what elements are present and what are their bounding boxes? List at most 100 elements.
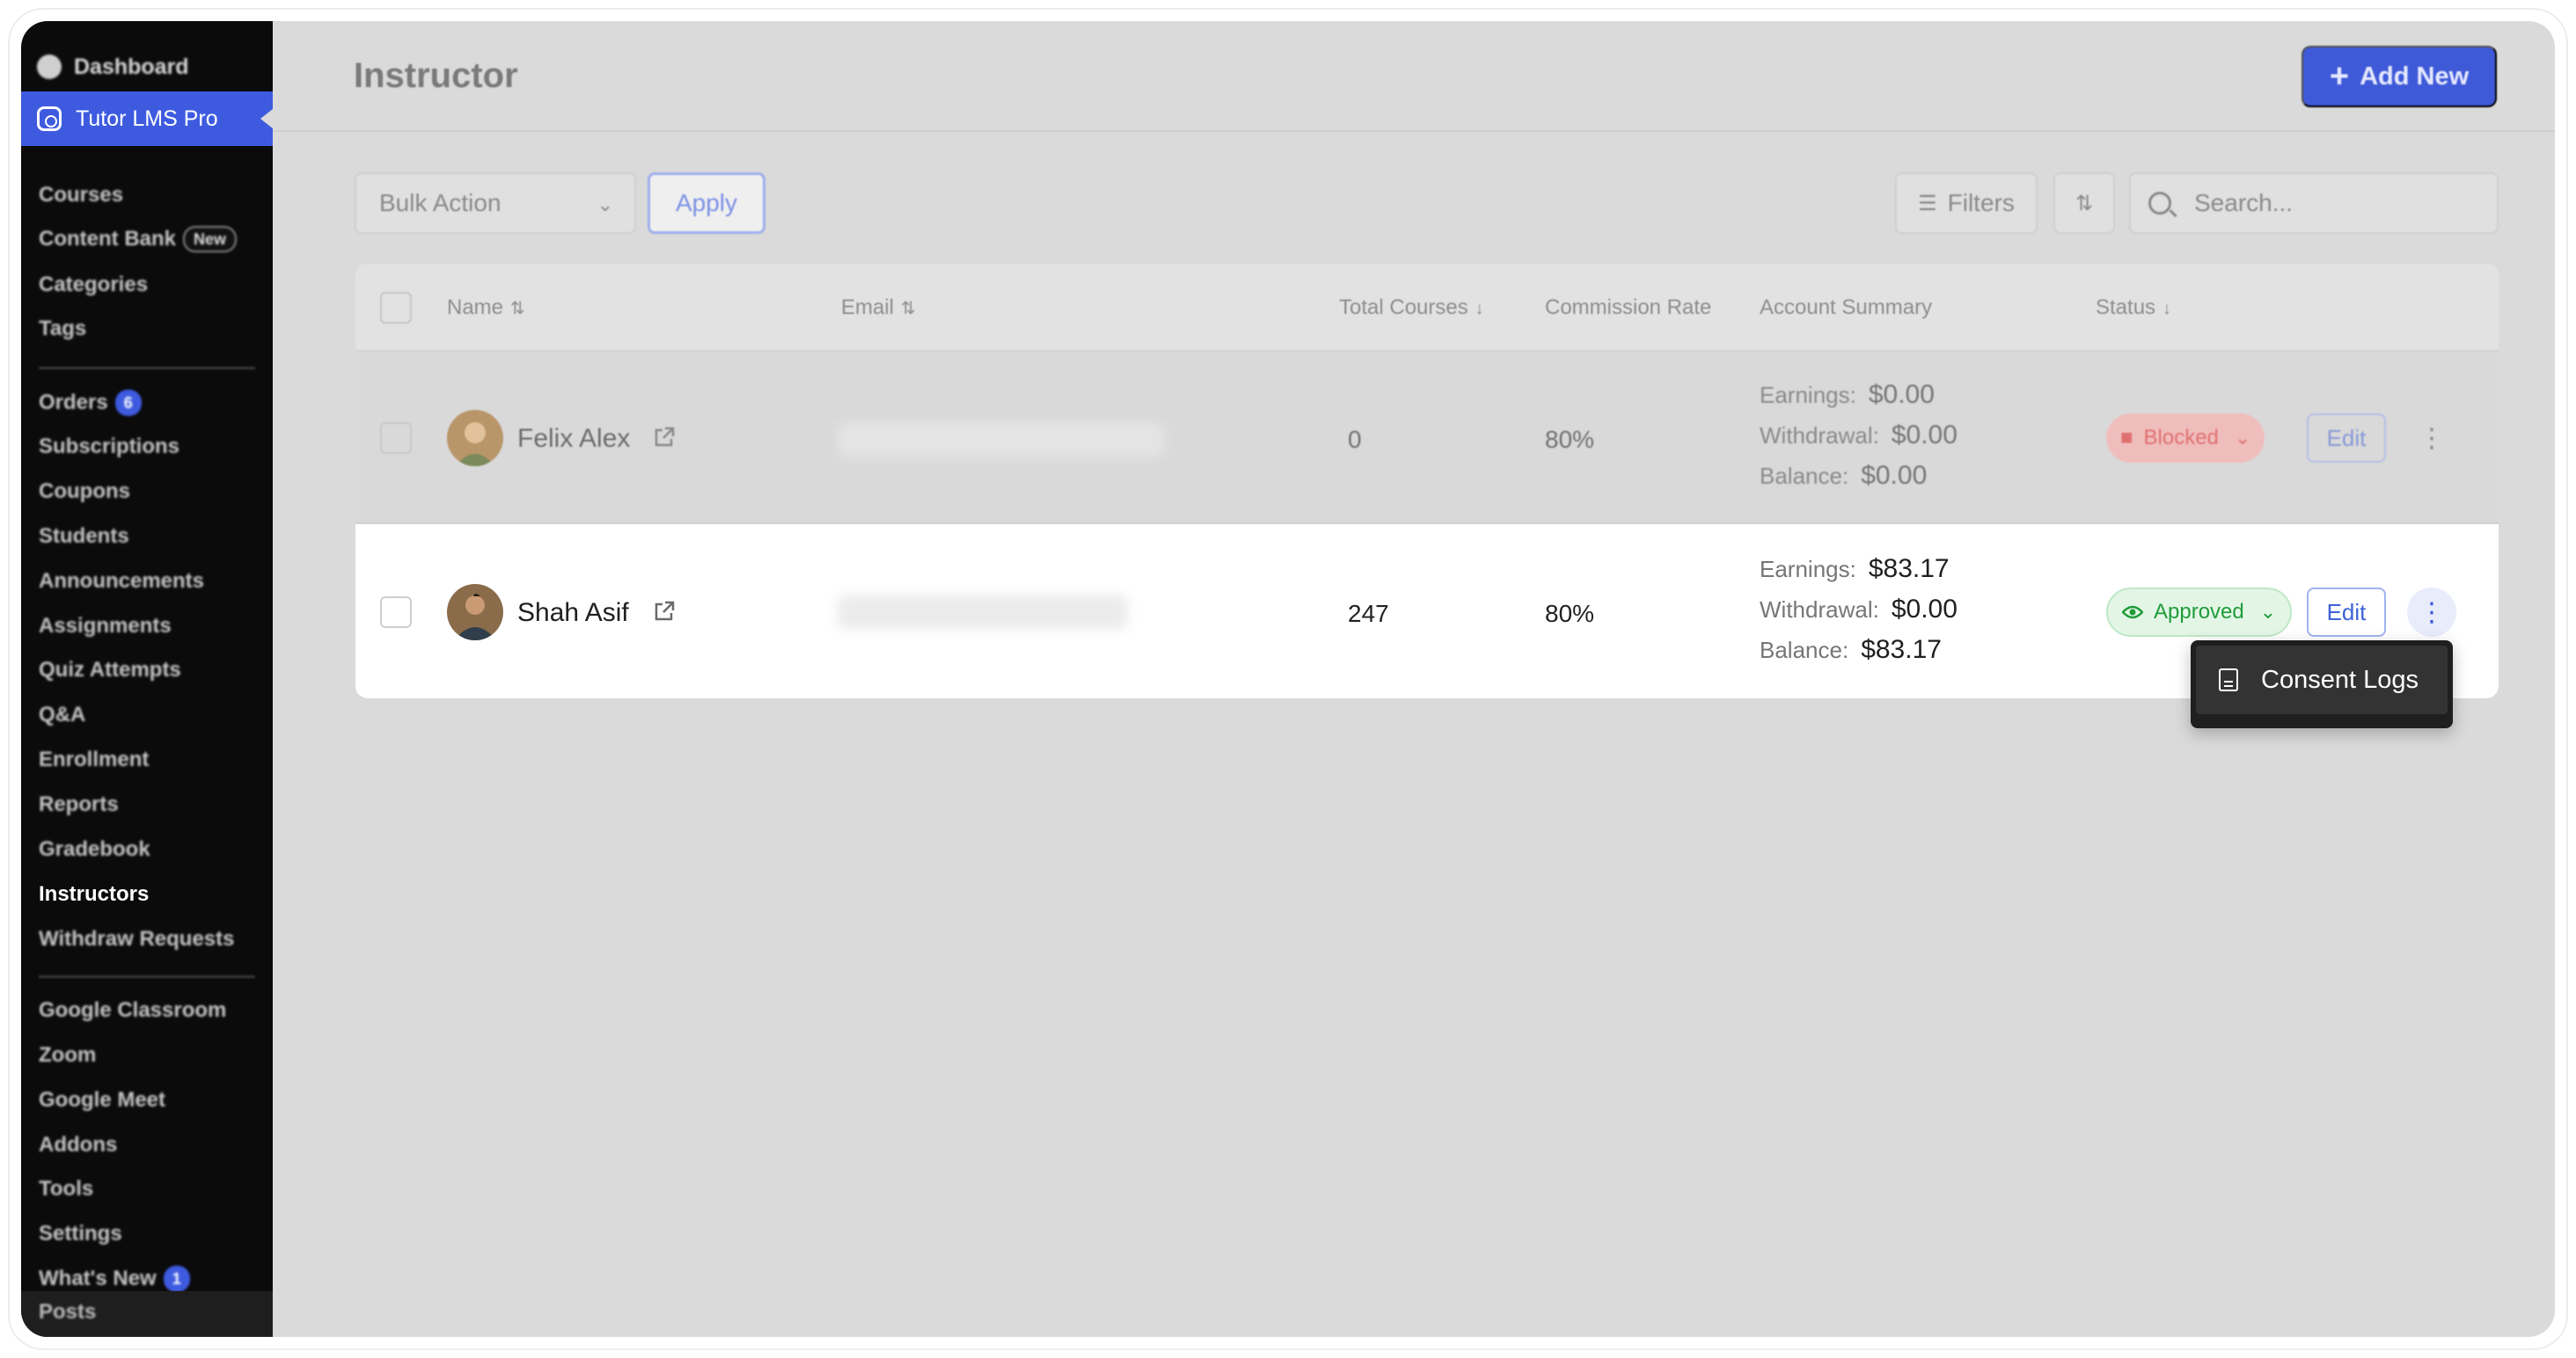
sort-icon: ⇅	[2075, 191, 2094, 215]
sidebar-item-students[interactable]: Students	[39, 519, 129, 554]
row-checkbox[interactable]	[380, 596, 412, 628]
instructor-name[interactable]: Shah Asif	[517, 598, 629, 628]
sidebar-item-assignments[interactable]: Assignments	[39, 609, 172, 644]
sidebar-divider	[39, 367, 255, 369]
sidebar-item-settings[interactable]: Settings	[39, 1216, 122, 1252]
sidebar-item-coupons[interactable]: Coupons	[39, 474, 130, 509]
sidebar-item-subscriptions[interactable]: Subscriptions	[39, 429, 179, 464]
earnings-line: Earnings: $0.00	[1760, 380, 1935, 410]
sidebar-item-zoom[interactable]: Zoom	[39, 1038, 96, 1073]
table-row: Felix Alex 0 80% Earnings: $0.00 Withdraw…	[355, 352, 2499, 524]
balance-value: $83.17	[1861, 635, 1942, 664]
sidebar-item-content-bank[interactable]: Content Bank New	[39, 222, 238, 257]
sidebar-item-tags[interactable]: Tags	[39, 311, 86, 347]
edit-button[interactable]: Edit	[2307, 413, 2386, 463]
plus-icon: +	[2329, 58, 2350, 95]
admin-sidebar: Dashboard Tutor LMS Pro Courses Content …	[21, 21, 273, 1337]
sidebar-item-label: Addons	[39, 1133, 118, 1157]
sort-button[interactable]: ⇅	[2053, 172, 2115, 234]
select-all-checkbox[interactable]	[380, 292, 412, 324]
row-checkbox[interactable]	[380, 422, 412, 454]
instructor-name[interactable]: Felix Alex	[517, 424, 630, 454]
sidebar-item-google-meet[interactable]: Google Meet	[39, 1083, 165, 1118]
tutor-logo-icon	[37, 106, 62, 131]
add-new-button[interactable]: + Add New	[2302, 46, 2497, 107]
withdrawal-line: Withdrawal: $0.00	[1760, 420, 1958, 450]
sidebar-item-label: Orders	[39, 391, 108, 414]
sidebar-item-label: Dashboard	[74, 54, 189, 79]
total-courses-value: 0	[1348, 426, 1362, 453]
menu-item-label: Consent Logs	[2261, 665, 2419, 694]
sidebar-item-label: Google Classroom	[39, 998, 227, 1022]
sidebar-item-dashboard[interactable]: Dashboard	[21, 47, 273, 86]
redacted-email	[838, 595, 1128, 630]
sidebar-item-label: Reports	[39, 792, 119, 816]
sidebar-item-courses[interactable]: Courses	[39, 178, 123, 213]
status-dropdown[interactable]: ■ Blocked ⌄	[2106, 413, 2265, 463]
sort-icon: ↓	[1475, 299, 1484, 318]
column-header-total-courses[interactable]: Total Courses ↓	[1339, 296, 1484, 320]
dashboard-icon	[37, 55, 62, 79]
sidebar-item-tools[interactable]: Tools	[39, 1172, 93, 1207]
sidebar-item-addons[interactable]: Addons	[39, 1128, 117, 1163]
filters-label: Filters	[1947, 189, 2015, 216]
summary-label: Balance:	[1760, 637, 1849, 663]
app-window: Dashboard Tutor LMS Pro Courses Content …	[21, 21, 2555, 1337]
more-options-icon[interactable]: ⋮	[2407, 588, 2456, 637]
sidebar-item-gradebook[interactable]: Gradebook	[39, 832, 150, 867]
status-dropdown[interactable]: Approved ⌄	[2106, 588, 2293, 637]
sidebar-item-label: Gradebook	[39, 837, 150, 861]
sidebar-item-label: Tools	[39, 1177, 94, 1201]
sidebar-item-categories[interactable]: Categories	[39, 267, 148, 303]
search-input[interactable]	[2194, 189, 2485, 217]
add-new-label: Add New	[2360, 62, 2470, 91]
column-header-email[interactable]: Email ⇅	[841, 296, 916, 320]
balance-line: Balance: $0.00	[1760, 461, 1927, 491]
sidebar-item-label: Zoom	[39, 1043, 97, 1067]
menu-item-consent-logs[interactable]: Consent Logs	[2196, 646, 2448, 714]
sidebar-item-posts[interactable]: Posts	[21, 1291, 273, 1337]
sidebar-item-google-classroom[interactable]: Google Classroom	[39, 993, 226, 1028]
status-label: Approved	[2154, 600, 2244, 624]
sidebar-item-label: Coupons	[39, 479, 130, 503]
sidebar-item-reports[interactable]: Reports	[39, 787, 119, 822]
apply-button[interactable]: Apply	[648, 172, 765, 234]
sidebar-item-label: Tutor LMS Pro	[76, 106, 218, 131]
external-link-icon[interactable]	[653, 600, 676, 623]
sidebar-item-enrollment[interactable]: Enrollment	[39, 742, 149, 778]
filters-button[interactable]: ☰ Filters	[1895, 172, 2038, 234]
sidebar-item-announcements[interactable]: Announcements	[39, 564, 204, 599]
main-content: Instructor + Add New Bulk Action ⌄ Apply…	[273, 21, 2555, 1337]
sidebar-item-label: Enrollment	[39, 748, 150, 771]
sidebar-item-qa[interactable]: Q&A	[39, 697, 85, 733]
bulk-action-label: Bulk Action	[379, 189, 501, 216]
summary-label: Earnings:	[1760, 556, 1856, 582]
table-header: Name ⇅ Email ⇅ Total Courses ↓ Commission R…	[355, 264, 2499, 352]
summary-label: Earnings:	[1760, 382, 1856, 408]
column-header-name[interactable]: Name ⇅	[447, 296, 525, 320]
more-options-icon[interactable]: ⋮	[2407, 413, 2456, 463]
external-link-icon[interactable]	[653, 426, 676, 449]
sidebar-item-withdraw-requests[interactable]: Withdraw Requests	[39, 922, 234, 957]
commission-rate-value: 80%	[1545, 600, 1595, 627]
bulk-action-select[interactable]: Bulk Action ⌄	[355, 172, 636, 234]
status-label: Blocked	[2143, 426, 2219, 449]
edit-button[interactable]: Edit	[2307, 588, 2386, 637]
sidebar-item-label: Q&A	[39, 703, 86, 726]
eye-icon	[2122, 605, 2143, 619]
sidebar-item-label: Announcements	[39, 569, 205, 593]
column-header-account-summary: Account Summary	[1760, 296, 1932, 320]
column-label: Name	[447, 296, 504, 319]
sidebar-item-instructors[interactable]: Instructors	[39, 877, 149, 912]
sidebar-item-orders[interactable]: Orders 6	[39, 385, 142, 420]
column-header-status[interactable]: Status ↓	[2096, 296, 2171, 320]
balance-value: $0.00	[1861, 461, 1928, 490]
summary-label: Balance:	[1760, 463, 1849, 489]
page-title: Instructor	[354, 56, 518, 95]
summary-label: Withdrawal:	[1760, 422, 1879, 449]
chevron-down-icon: ⌄	[2234, 427, 2251, 449]
lock-icon: ■	[2120, 426, 2133, 449]
sidebar-item-quiz-attempts[interactable]: Quiz Attempts	[39, 653, 181, 688]
redacted-email	[838, 422, 1165, 457]
sidebar-item-tutor-lms-pro[interactable]: Tutor LMS Pro	[21, 91, 273, 146]
